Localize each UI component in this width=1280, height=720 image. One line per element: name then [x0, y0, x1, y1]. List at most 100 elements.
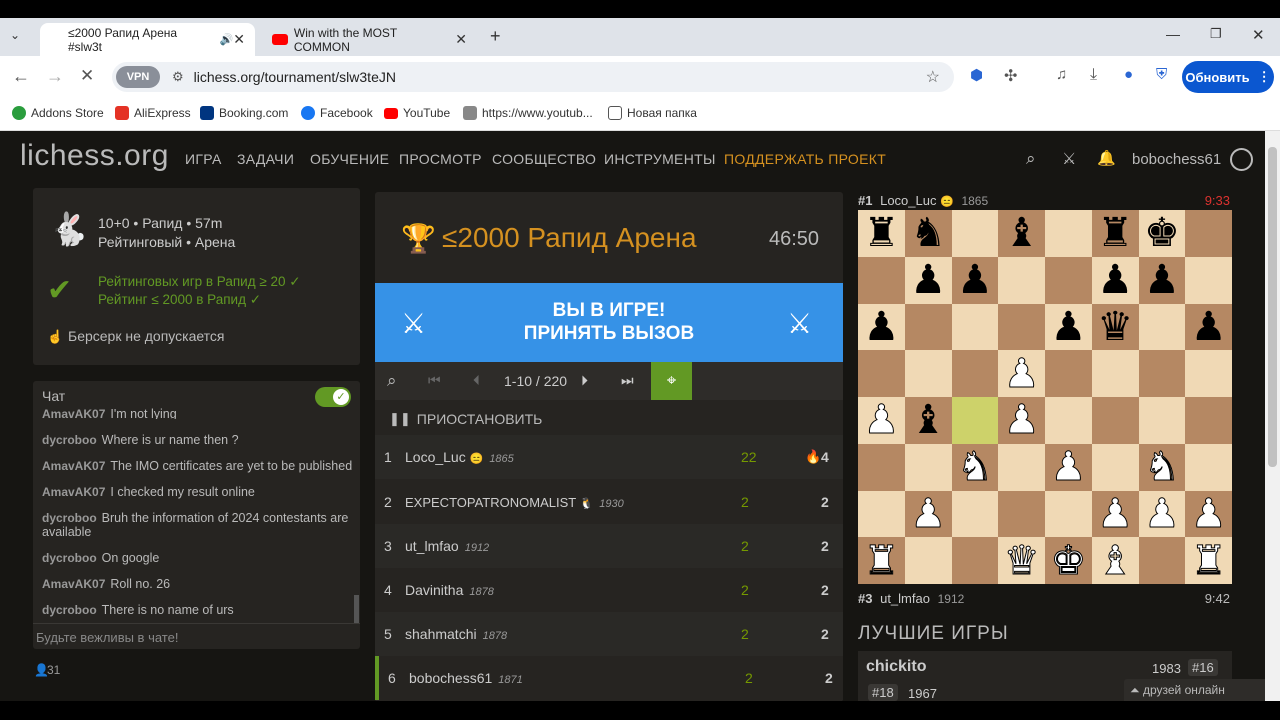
vpn-badge[interactable]: VPN: [116, 66, 160, 88]
speaker-icon[interactable]: 🔊: [220, 33, 234, 46]
bottom-player-name[interactable]: ut_lmfao: [880, 591, 930, 606]
player-name[interactable]: Loco_Luc: [405, 449, 466, 465]
bookmark-facebook[interactable]: Facebook: [301, 106, 373, 120]
black-king-piece[interactable]: ♚: [1144, 213, 1180, 253]
board-square[interactable]: [951, 397, 999, 444]
bookmark-youtube[interactable]: YouTube: [384, 106, 450, 120]
board-square[interactable]: ♟: [904, 490, 952, 538]
board-square[interactable]: ♝: [904, 397, 952, 444]
black-knight-piece[interactable]: ♞: [910, 213, 946, 253]
board-square[interactable]: ♜: [1091, 210, 1139, 257]
black-rook-piece[interactable]: ♜: [1097, 213, 1133, 253]
site-logo[interactable]: lichess.org: [20, 139, 169, 173]
standing-row[interactable]: 5 shahmatchi 1878 2 2: [375, 612, 843, 656]
board-square[interactable]: [951, 210, 999, 257]
extensions-icon[interactable]: ✣: [1004, 66, 1017, 86]
close-tab-icon[interactable]: ✕: [455, 31, 467, 48]
board-square[interactable]: [1138, 537, 1186, 584]
chat-input[interactable]: Будьте вежливы в чате!: [33, 623, 360, 649]
board-square[interactable]: ♟: [904, 256, 952, 304]
best-game-player[interactable]: chickito: [866, 658, 926, 676]
menu-tools[interactable]: ИНСТРУМЕНТЫ: [604, 151, 716, 167]
board-square[interactable]: [1185, 210, 1232, 257]
minimize-button[interactable]: —: [1166, 26, 1180, 42]
restore-button[interactable]: ❐: [1210, 26, 1222, 42]
address-bar[interactable]: VPN ⚙ lichess.org/tournament/slw3teJN ☆: [112, 62, 954, 92]
black-queen-piece[interactable]: ♛: [1097, 307, 1133, 347]
board-square[interactable]: [1185, 443, 1232, 491]
black-bishop-piece[interactable]: ♝: [1004, 213, 1040, 253]
player-name[interactable]: ut_lmfao: [405, 538, 459, 554]
tab-list-icon[interactable]: ⌄: [10, 28, 20, 42]
tab-tournament[interactable]: ≤2000 Рапид Арена #slw3t 🔊 ✕: [40, 23, 255, 56]
bookmark-addons[interactable]: Addons Store: [12, 106, 104, 120]
board-square[interactable]: [1185, 256, 1232, 304]
board-square[interactable]: [1045, 397, 1092, 444]
black-pawn-piece[interactable]: ♟: [1191, 307, 1227, 347]
page-scrollbar[interactable]: [1265, 131, 1280, 701]
forward-button[interactable]: →: [46, 66, 64, 87]
challenge-icon[interactable]: ⚔: [1062, 149, 1076, 169]
board-square[interactable]: [1045, 210, 1092, 257]
board-square[interactable]: [858, 256, 905, 304]
bookmark-booking[interactable]: Booking.com: [200, 106, 288, 120]
board-square[interactable]: [858, 443, 905, 491]
bell-icon[interactable]: 🔔: [1097, 149, 1116, 167]
black-pawn-piece[interactable]: ♟: [910, 260, 946, 300]
player-name[interactable]: Davinitha: [405, 582, 463, 598]
join-game-banner[interactable]: ⚔ ВЫ В ИГРЕ! ПРИНЯТЬ ВЫЗОВ ⚔: [375, 283, 843, 362]
menu-donate[interactable]: ПОДДЕРЖАТЬ ПРОЕКТ: [724, 151, 886, 167]
board-square[interactable]: ♟: [951, 256, 999, 304]
black-pawn-piece[interactable]: ♟: [1144, 260, 1180, 300]
board-square[interactable]: [951, 490, 999, 538]
bookmark-folder[interactable]: Новая папка: [608, 106, 697, 120]
white-rook-piece[interactable]: ♜: [1190, 540, 1227, 581]
board-square[interactable]: ♜: [858, 537, 905, 584]
board-square[interactable]: ♟: [1138, 490, 1186, 538]
board-square[interactable]: [1045, 350, 1092, 397]
standing-row[interactable]: 4 Davinitha 1878 2 2: [375, 568, 843, 612]
board-square[interactable]: ♚: [1138, 210, 1186, 257]
board-square[interactable]: [904, 303, 952, 351]
board-square[interactable]: [1138, 350, 1186, 397]
white-pawn-piece[interactable]: ♟: [1190, 493, 1227, 534]
board-square[interactable]: [1091, 397, 1139, 444]
board-square[interactable]: ♟: [1185, 303, 1232, 351]
menu-community[interactable]: СООБЩЕСТВО: [492, 151, 596, 167]
board-square[interactable]: [951, 350, 999, 397]
standing-row[interactable]: 3 ut_lmfao 1912 2 2: [375, 524, 843, 568]
board-square[interactable]: [951, 303, 999, 351]
white-pawn-piece[interactable]: ♟: [910, 493, 947, 534]
board-square[interactable]: ♜: [1185, 537, 1232, 584]
board-square[interactable]: [998, 490, 1045, 538]
download-icon[interactable]: ⤓: [1090, 66, 1097, 84]
board-square[interactable]: [1138, 303, 1186, 351]
board-square[interactable]: [1138, 397, 1186, 444]
stop-loading-button[interactable]: ✕: [80, 66, 94, 86]
standing-row[interactable]: 2 EXPECTOPATRONOMALIST 🐧 1930 2 2: [375, 480, 843, 524]
white-queen-piece[interactable]: ♛: [1003, 540, 1040, 581]
pause-button[interactable]: ❚❚ ПРИОСТАНОВИТЬ: [375, 400, 843, 438]
board-square[interactable]: ♚: [1045, 537, 1092, 584]
board-square[interactable]: [1185, 350, 1232, 397]
close-window-button[interactable]: ✕: [1252, 26, 1265, 44]
board-square[interactable]: [951, 537, 999, 584]
board-square[interactable]: ♝: [998, 210, 1045, 257]
standing-row[interactable]: 1 Loco_Luc 😑 1865 22 🔥 4: [375, 435, 843, 479]
menu-watch[interactable]: ПРОСМОТР: [399, 151, 482, 167]
board-square[interactable]: ♟: [1091, 256, 1139, 304]
top-player-name[interactable]: Loco_Luc: [880, 193, 936, 208]
board-square[interactable]: [998, 303, 1045, 351]
board-square[interactable]: ♟: [1091, 490, 1139, 538]
menu-play[interactable]: ИГРА: [185, 151, 222, 167]
board-square[interactable]: [904, 350, 952, 397]
close-tab-icon[interactable]: ✕: [233, 31, 245, 48]
first-page-icon[interactable]: ⏮: [428, 372, 441, 389]
standing-row-me[interactable]: 6 bobochess61 1871 2 2: [375, 656, 843, 700]
search-player-icon[interactable]: ⌕: [387, 371, 397, 391]
board-square[interactable]: ♝: [1091, 537, 1139, 584]
black-pawn-piece[interactable]: ♟: [1097, 260, 1133, 300]
board-square[interactable]: ♞: [904, 210, 952, 257]
site-info-icon[interactable]: ⚙: [172, 69, 184, 85]
board-square[interactable]: ♟: [858, 397, 905, 444]
